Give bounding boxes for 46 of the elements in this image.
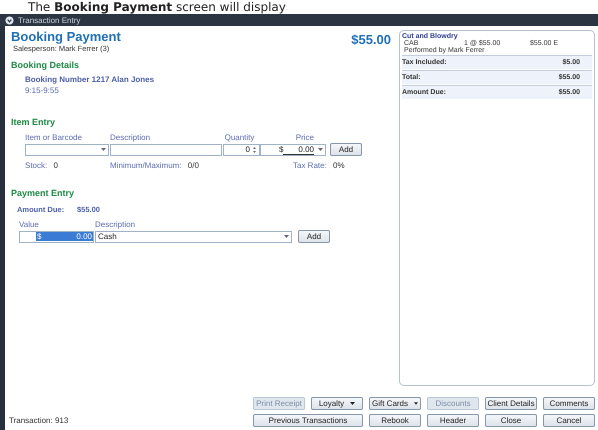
booking-time: 9:15-9:55 (25, 86, 60, 95)
add-button[interactable]: Add (330, 143, 362, 156)
action-button[interactable]: Comments (543, 397, 595, 410)
dropdown-arrow-icon (101, 148, 106, 151)
tax-rate-label: Tax Rate: (293, 161, 327, 170)
action-button[interactable]: Cancel (543, 414, 595, 427)
transaction-number: 913 (54, 416, 68, 425)
action-button[interactable]: Loyalty (311, 397, 363, 410)
add-button[interactable]: Add (298, 230, 330, 243)
field-label: Item or Barcode (25, 133, 83, 143)
dropdown-arrow-icon (414, 402, 418, 405)
minmax-label: Minimum/Maximum: (110, 161, 182, 170)
action-button[interactable]: Header (427, 414, 479, 427)
stock-label: Stock: (25, 161, 48, 170)
section-heading: Payment Entry (11, 188, 76, 198)
payment-method-combo[interactable]: Cash (95, 230, 292, 242)
dropdown-arrow-icon (284, 235, 289, 238)
field-label: Quantity (224, 133, 256, 143)
price-field[interactable]: $ 0.00 (260, 144, 326, 156)
caption-text: The Booking Payment screen will display (28, 0, 286, 14)
dropdown-arrow-icon (350, 402, 356, 405)
window-title: Transaction Entry (18, 16, 80, 24)
section-heading: Booking Details (11, 60, 80, 70)
transaction-label: Transaction: (9, 416, 53, 425)
field-label: Value (19, 220, 40, 230)
stock-value: 0 (53, 161, 58, 170)
action-button[interactable]: Gift Cards (369, 397, 421, 410)
field-label: Description (95, 220, 136, 230)
quantity-spinner[interactable]: 0 (223, 144, 260, 156)
tax-rate-value: 0% (333, 161, 345, 170)
action-button[interactable]: Rebook (369, 414, 421, 427)
minmax-value: 0/0 (188, 161, 199, 170)
screen-title: Booking Payment (11, 30, 121, 44)
booking-number: Booking Number 1217 Alan Jones (25, 75, 156, 84)
spinner-arrows-icon (252, 144, 257, 154)
item-combo-field[interactable] (25, 144, 109, 156)
action-button[interactable]: Close (485, 414, 537, 427)
field-label: Description (110, 133, 152, 143)
field-label: Price (294, 133, 315, 143)
dropdown-arrow-icon (318, 148, 323, 151)
action-button[interactable]: Previous Transactions (253, 414, 363, 427)
value-field[interactable]: $ 0.00 (19, 230, 94, 242)
total-amount: $55.00 (351, 32, 391, 47)
section-heading: Item Entry (11, 117, 56, 127)
action-button[interactable]: Client Details (485, 397, 537, 410)
description-field[interactable] (110, 144, 222, 156)
